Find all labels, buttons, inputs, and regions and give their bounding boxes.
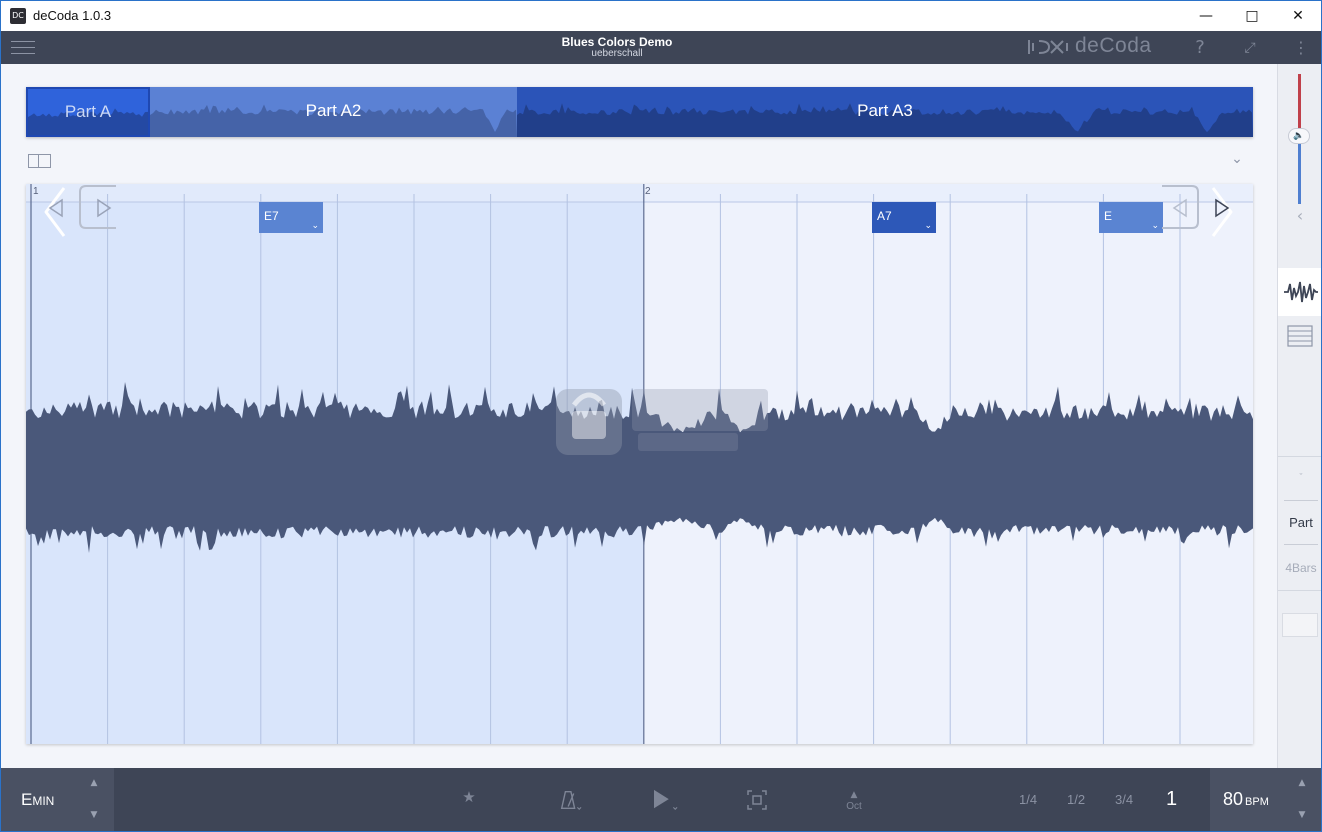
list-icon [1287,325,1313,347]
minimize-icon[interactable]: — [1183,1,1229,31]
split-view-toggle-icon[interactable] [28,154,51,168]
nudge-left-icon [1172,198,1187,218]
key-display: EMIN [21,790,54,810]
bar-number: 1 [33,186,39,197]
window-titlebar: DC deCoda 1.0.3 — □ ✕ [1,1,1321,31]
loop-start-control[interactable] [46,184,118,230]
metronome-icon[interactable] [554,788,586,812]
close-icon[interactable]: ✕ [1275,1,1321,31]
chord-label: E7 [264,209,279,223]
nudge-right-icon [97,198,112,218]
brand-logo-icon [1028,40,1068,54]
part-label: Part A3 [857,101,913,120]
waveform-canvas [26,184,1253,744]
tab-waveform[interactable] [1278,268,1321,316]
key-mode: MIN [32,794,55,808]
tempo-selector[interactable]: 80 BPM ▲ ▼ [1210,768,1321,831]
nudge-right-icon [1215,198,1230,218]
sidebar-empty-slot[interactable] [1282,613,1318,637]
volume-level-upper [1298,74,1301,132]
tempo-display: 80 BPM [1223,789,1269,810]
bpm-unit: BPM [1245,796,1269,808]
chevron-left-icon[interactable]: ‹ [1290,206,1310,226]
part-a2[interactable]: Part A2 [150,87,517,137]
chord-marker-e[interactable]: E ⌄ [1099,202,1163,233]
brand-name: deCoda [1075,34,1152,57]
part-a[interactable]: Part A [26,87,150,137]
parts-overview: Part A2 Part A3 Part A [26,87,1253,137]
loop-length-part[interactable]: Part [1278,515,1321,530]
chord-marker-a7[interactable]: A7 ⌄ [872,202,936,233]
transport-bar: EMIN ▲ ▼ ★ ▲ Oct 1/4 1/2 3/4 1 80 BPM ▲ ▼ [1,768,1321,831]
key-up-icon[interactable]: ▲ [87,778,101,788]
bpm-value: 80 [1223,789,1244,809]
chevron-up-small-icon[interactable]: ˇ [1278,472,1321,482]
part-label: Part A [64,102,112,121]
waveform-panel[interactable]: 1 2 E7 ⌄ A7 ⌄ E ⌄ [26,184,1253,744]
speed-quarter[interactable]: 1/4 [1019,792,1037,807]
volume-level-lower [1298,140,1301,204]
bpm-up-icon[interactable]: ▲ [1295,778,1309,788]
loop-length-4bars[interactable]: 4Bars [1278,561,1321,575]
chord-label: E [1104,209,1113,223]
octave-label[interactable]: Oct [841,801,867,812]
speed-half[interactable]: 1/2 [1067,792,1085,807]
key-root: E [21,790,33,809]
bpm-down-icon[interactable]: ▼ [1295,810,1309,820]
more-options-icon[interactable]: ⋮ [1289,36,1313,60]
key-selector[interactable]: EMIN ▲ ▼ [1,768,114,831]
help-icon[interactable]: ? [1188,36,1212,60]
right-sidebar: 🔈 ‹ ˇ Part 4Bars [1277,64,1321,768]
app-logo-icon: DC [10,8,26,24]
speed-current[interactable]: 1 [1166,788,1177,811]
chord-dropdown-icon[interactable]: ⌄ [924,221,932,231]
loop-focus-icon[interactable] [746,788,768,812]
nudge-left-icon [48,198,63,218]
fullscreen-icon[interactable]: ⤢ [1238,36,1262,60]
key-down-icon[interactable]: ▼ [87,810,101,820]
speaker-icon[interactable]: 🔈 [1288,128,1310,144]
speed-three-quarter[interactable]: 3/4 [1115,792,1133,807]
chord-dropdown-icon[interactable]: ⌄ [1151,221,1159,231]
chord-marker-e7[interactable]: E7 ⌄ [259,202,323,233]
tab-list[interactable] [1278,316,1321,364]
watermark-logo-icon [556,389,768,455]
part-a3[interactable]: Part A3 [517,87,1253,137]
chord-dropdown-icon[interactable]: ⌄ [311,221,319,231]
ruler-bar [26,184,1253,202]
play-icon[interactable] [649,788,683,812]
chord-label: A7 [877,209,892,223]
bar-number: 2 [645,186,651,197]
chevron-down-icon[interactable]: ⌄ [1227,151,1247,167]
favorite-star-icon[interactable]: ★ [459,788,479,812]
maximize-icon[interactable]: □ [1229,1,1275,31]
app-header: Blues Colors Demo ueberschall deCoda ? ⤢… [1,31,1321,64]
part-label: Part A2 [305,101,362,120]
waveform-icon [1284,281,1318,303]
loop-end-control[interactable] [1160,184,1234,230]
app-window: DC deCoda 1.0.3 — □ ✕ Blues Colors Demo … [0,0,1322,832]
window-title: deCoda 1.0.3 [33,8,112,23]
